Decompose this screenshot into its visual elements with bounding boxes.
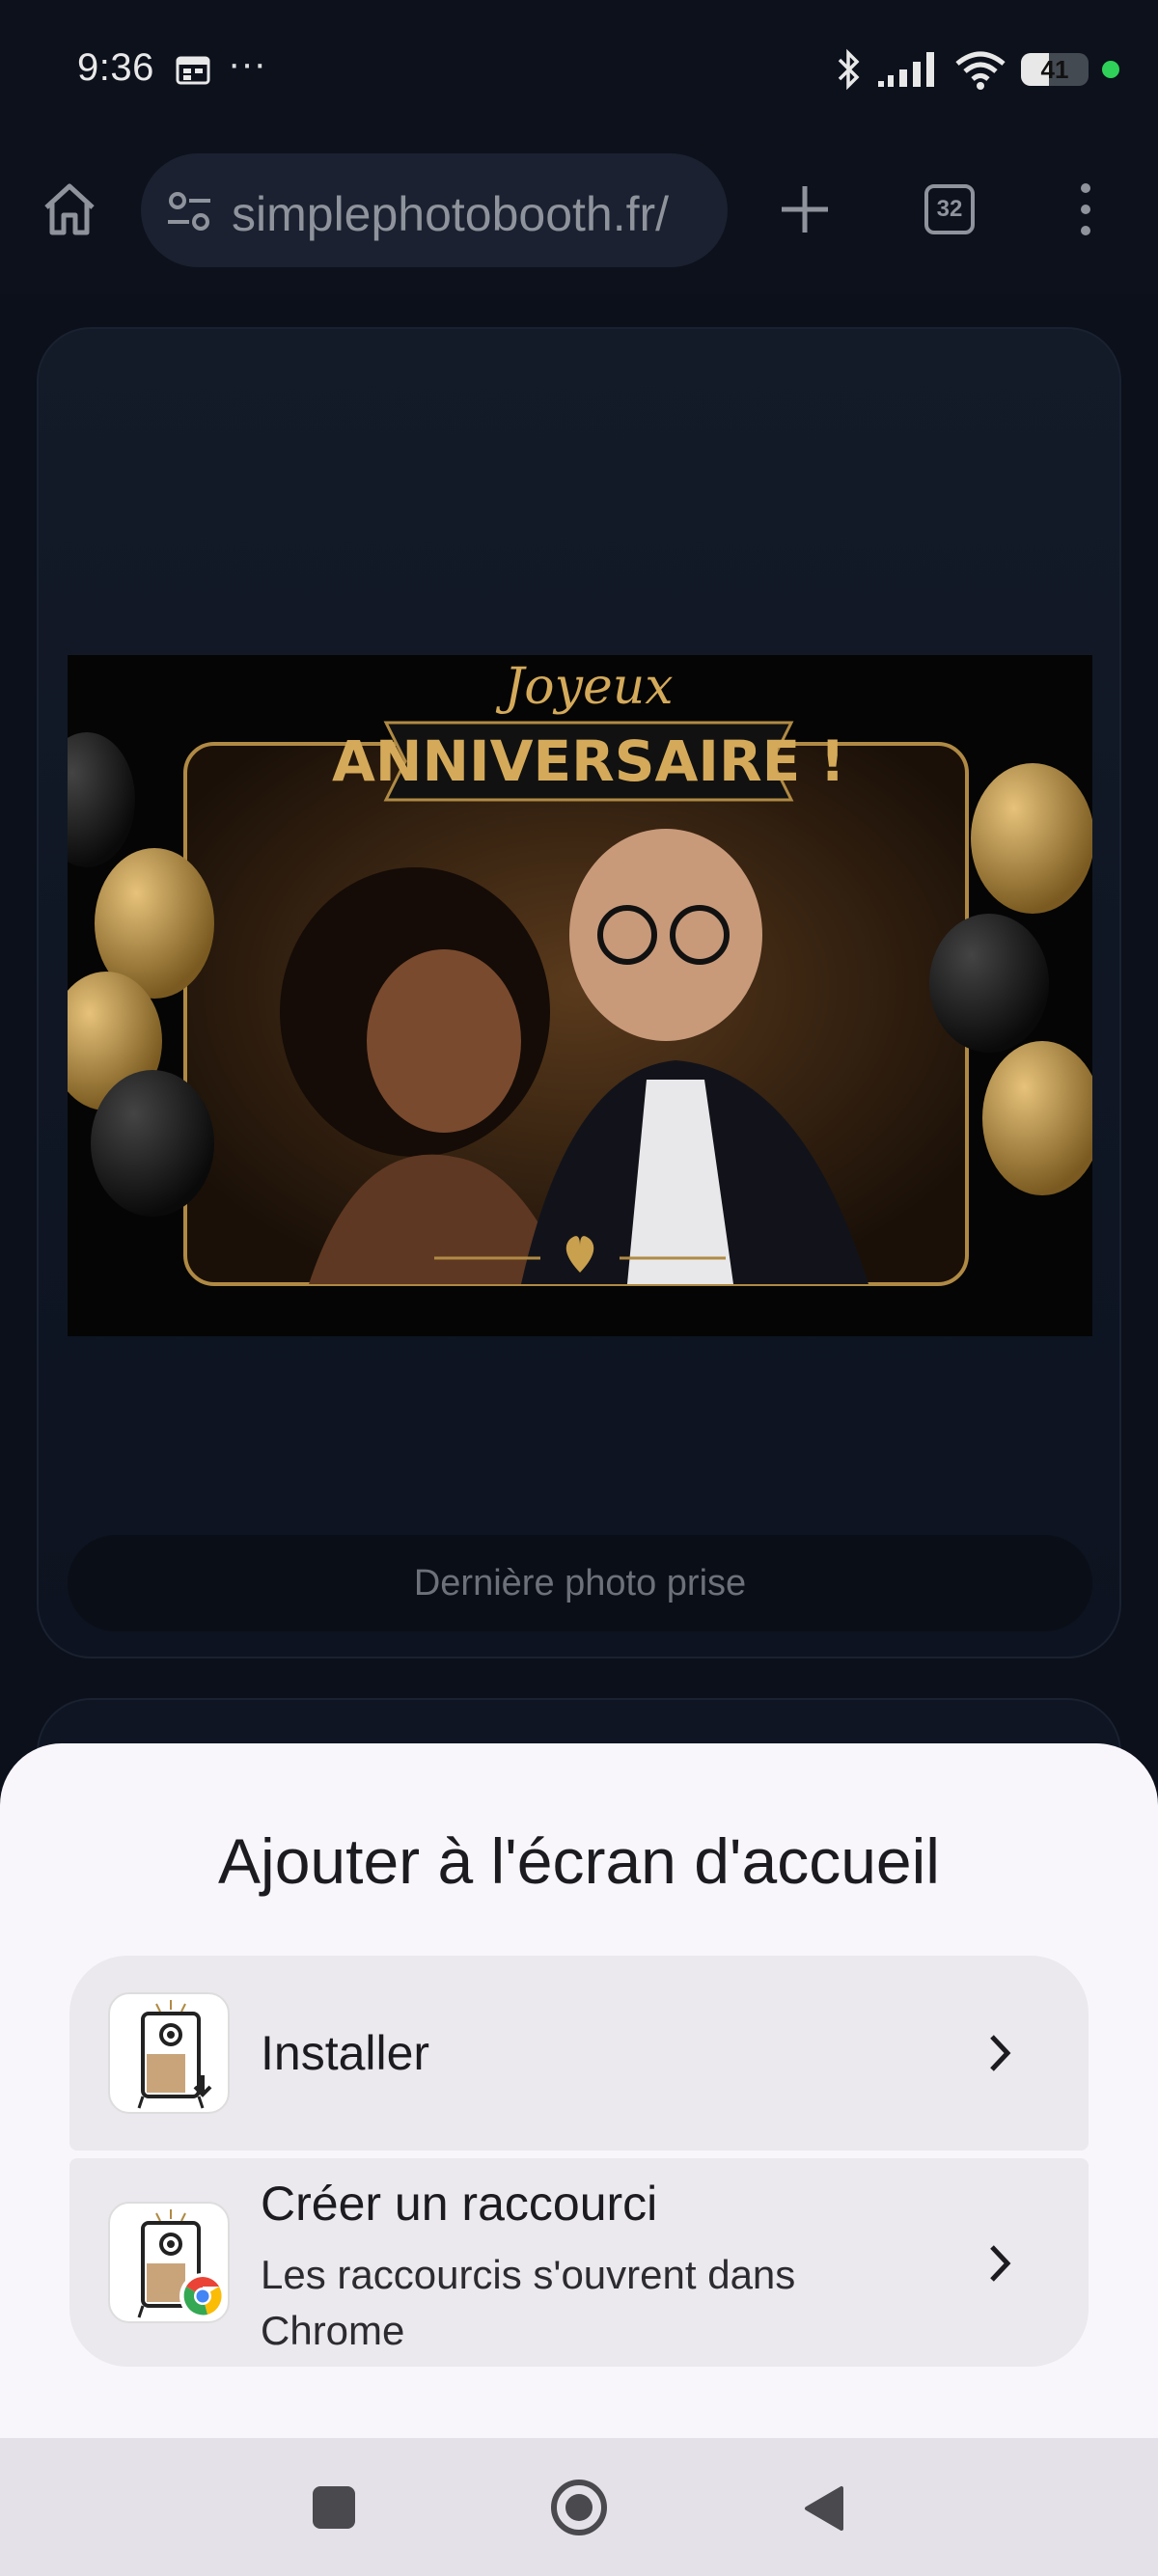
shortcut-label: Créer un raccourci bbox=[261, 2177, 658, 2231]
calendar-icon bbox=[176, 56, 210, 85]
home-button[interactable] bbox=[551, 2480, 607, 2535]
page-content: Joyeux ANNIVERSAIRE ! Dernière photo pri… bbox=[0, 294, 1158, 1814]
shortcut-option[interactable]: Créer un raccourci Les raccourcis s'ouvr… bbox=[69, 2158, 1089, 2367]
photo-frame-illustration: Joyeux ANNIVERSAIRE ! bbox=[68, 655, 1092, 1336]
install-option[interactable]: Installer bbox=[69, 1956, 1089, 2151]
signal-icon bbox=[878, 52, 934, 87]
banner-line1: Joyeux bbox=[495, 658, 673, 716]
app-install-icon bbox=[108, 1992, 230, 2114]
bluetooth-icon bbox=[838, 48, 860, 91]
battery-icon: 41 bbox=[1021, 53, 1089, 86]
wifi-icon bbox=[955, 51, 1006, 90]
status-bar: 9:36 ··· 41 bbox=[0, 0, 1158, 140]
url-text[interactable]: simplephotobooth.fr/ bbox=[232, 186, 714, 242]
sheet-options: Installer Créer un raccourci Les raccour… bbox=[69, 1956, 1089, 2367]
plus-icon[interactable] bbox=[778, 182, 832, 236]
shortcut-sublabel: Les raccourcis s'ouvrent dans Chrome bbox=[261, 2252, 796, 2353]
recents-button[interactable] bbox=[313, 2486, 355, 2529]
chevron-right-icon bbox=[990, 2245, 1011, 2282]
home-icon[interactable] bbox=[39, 178, 100, 240]
notification-overflow: ··· bbox=[228, 42, 266, 85]
banner-line2: ANNIVERSAIRE ! bbox=[332, 728, 845, 794]
sheet-title: Ajouter à l'écran d'accueil bbox=[218, 1825, 940, 1897]
url-bar[interactable]: simplephotobooth.fr/ bbox=[141, 153, 728, 267]
app-shortcut-chrome-icon bbox=[108, 2202, 230, 2323]
last-photo-button[interactable]: Dernière photo prise bbox=[68, 1535, 1092, 1631]
browser-toolbar: simplephotobooth.fr/ 32 bbox=[0, 140, 1158, 294]
more-vert-icon[interactable] bbox=[1071, 180, 1100, 238]
tabs-icon[interactable]: 32 bbox=[924, 184, 975, 234]
back-button[interactable] bbox=[801, 2484, 845, 2533]
system-nav-bar bbox=[0, 2438, 1158, 2576]
install-label: Installer bbox=[261, 2026, 430, 2080]
green-dot-indicator bbox=[1102, 61, 1119, 78]
chevron-right-icon bbox=[990, 2035, 1011, 2071]
site-settings-icon[interactable] bbox=[166, 190, 212, 233]
status-time: 9:36 bbox=[77, 46, 154, 89]
last-photo-image[interactable]: Joyeux ANNIVERSAIRE ! bbox=[68, 655, 1092, 1336]
add-to-home-sheet: Ajouter à l'écran d'accueil Installer Cr… bbox=[0, 1743, 1158, 2438]
photo-card: Joyeux ANNIVERSAIRE ! Dernière photo pri… bbox=[37, 327, 1121, 1658]
battery-level: 41 bbox=[1040, 55, 1069, 84]
